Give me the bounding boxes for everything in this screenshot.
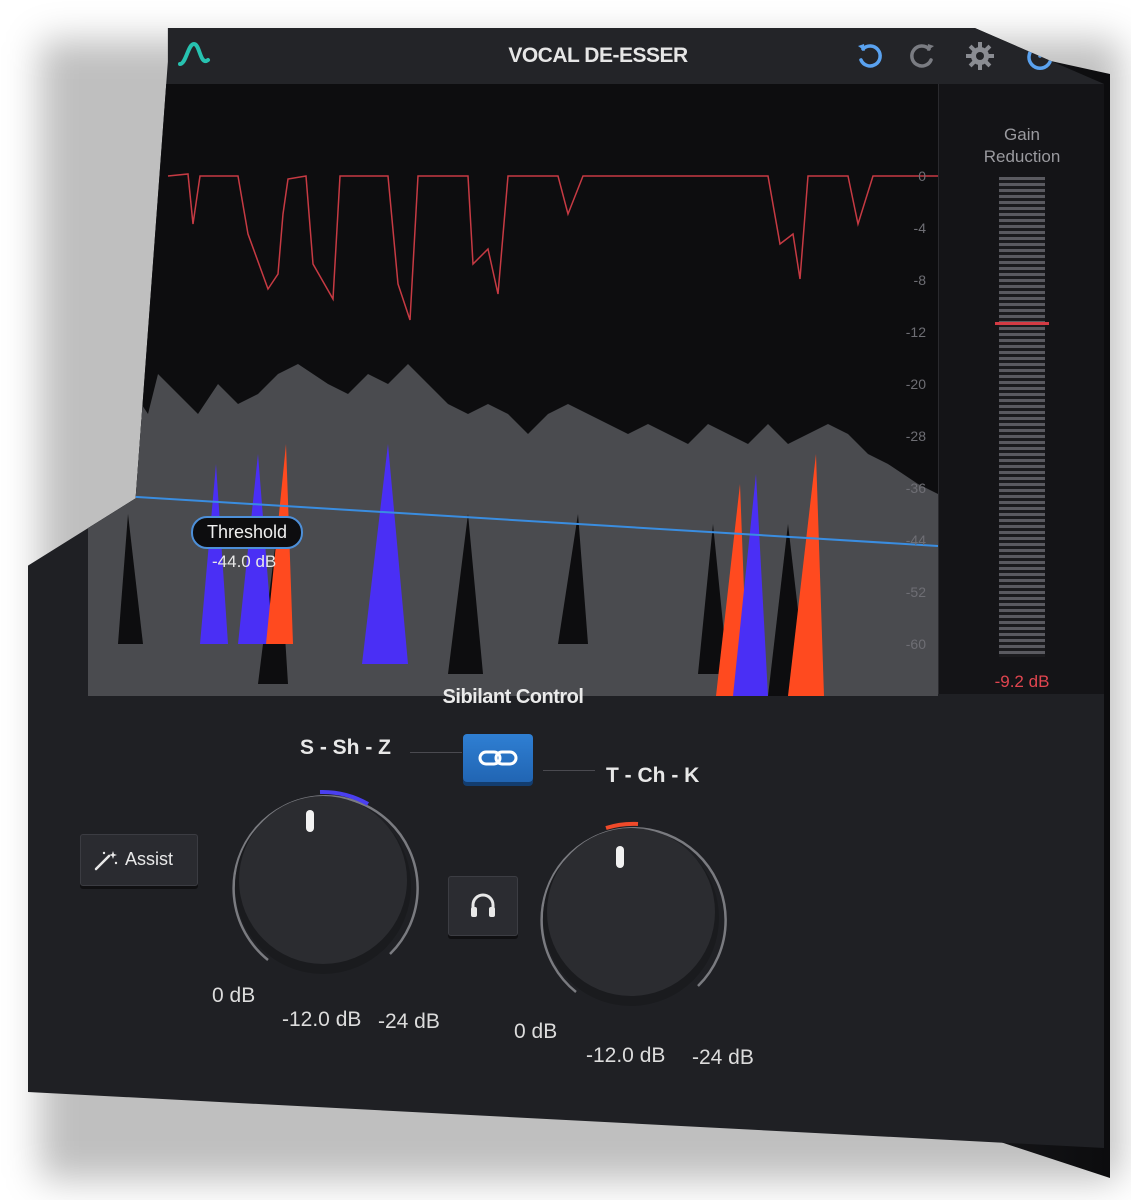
- gear-icon[interactable]: [964, 40, 996, 72]
- scale-label: -60: [905, 636, 926, 652]
- logo-icon: [178, 41, 210, 66]
- scale-label: -44: [905, 532, 926, 548]
- scale-label: -8: [913, 272, 926, 288]
- gain-reduction-meter: [999, 177, 1045, 657]
- assist-label: Assist: [125, 849, 174, 869]
- scale-label: -20: [905, 376, 926, 392]
- gain-reduction-panel: Gain Reduction -9.2 dB: [938, 84, 1104, 694]
- scale-label: -36: [905, 480, 926, 496]
- band1-label: S - Sh - Z: [300, 736, 391, 759]
- listen-button[interactable]: [448, 876, 518, 936]
- knob1-min-label: 0 dB: [212, 984, 256, 1007]
- undo-icon[interactable]: [854, 40, 886, 72]
- header-bar: VOCAL DE-ESSER: [168, 28, 1104, 85]
- threshold-value: -44.0 dB: [212, 552, 277, 571]
- knob-t-ch-k[interactable]: [526, 806, 746, 1026]
- scale-label: -12: [905, 324, 926, 340]
- link-button[interactable]: [463, 734, 533, 782]
- plugin-title: VOCAL DE-ESSER: [508, 44, 688, 67]
- plugin-window: VOCAL DE-ESSER 0 -4 -8 -12 -20 -28 -36 -…: [28, 28, 1104, 1148]
- section-title: Sibilant Control: [442, 686, 584, 708]
- threshold-handle[interactable]: Threshold: [191, 516, 304, 549]
- scale-label: -4: [913, 220, 926, 236]
- scale-label: 0: [918, 168, 926, 184]
- waveform-display[interactable]: 0 -4 -8 -12 -20 -28 -36 -44 -52 -60 Thre…: [87, 84, 939, 696]
- knob2-value-label: -12.0 dB: [586, 1044, 666, 1067]
- gain-reduction-value: -9.2 dB: [994, 672, 1050, 691]
- knob1-max-label: -24 dB: [378, 1010, 440, 1033]
- knob2-max-label: -24 dB: [692, 1046, 754, 1069]
- gain-reduction-trace: [167, 173, 938, 321]
- gain-reduction-title-line1: Gain: [1004, 125, 1040, 144]
- link-line-right: [543, 770, 595, 771]
- gain-reduction-title: Gain Reduction: [939, 124, 1104, 168]
- link-line-left: [410, 752, 462, 753]
- link-icon: [478, 750, 518, 766]
- scale-label: -28: [905, 428, 926, 444]
- waveform-graph: [87, 173, 939, 696]
- redo-icon[interactable]: [906, 40, 938, 72]
- gain-reduction-marker: [995, 322, 1049, 325]
- magic-wand-icon: [94, 851, 118, 871]
- band2-label: T - Ch - K: [606, 764, 700, 787]
- knob-s-sh-z[interactable]: [218, 774, 438, 994]
- assist-button[interactable]: Assist: [80, 834, 198, 886]
- knob2-min-label: 0 dB: [514, 1020, 558, 1043]
- scale-label: -52: [905, 584, 926, 600]
- gain-reduction-title-line2: Reduction: [983, 147, 1061, 166]
- knob1-value-label: -12.0 dB: [282, 1008, 362, 1031]
- headphones-icon: [471, 893, 495, 917]
